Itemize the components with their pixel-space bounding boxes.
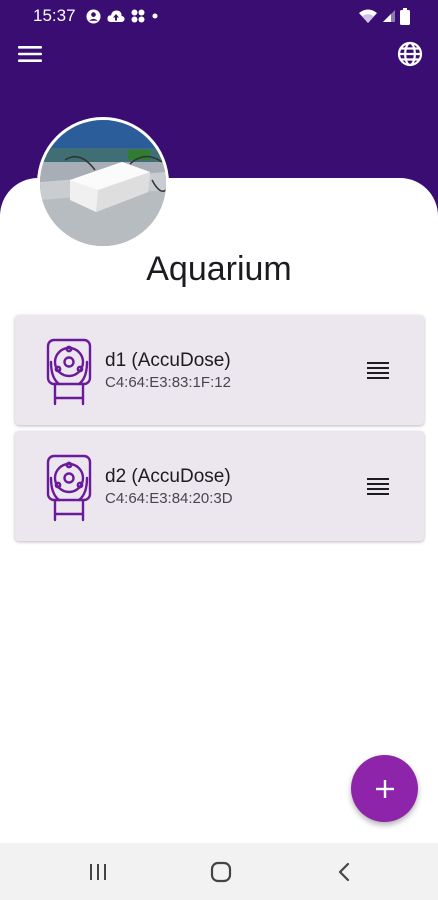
apps-grid-icon [131, 9, 145, 23]
recents-icon [90, 864, 106, 880]
reorder-handle[interactable] [363, 355, 393, 385]
device-name: d1 (AccuDose) [105, 350, 231, 371]
add-device-button[interactable] [351, 755, 418, 822]
system-icons [358, 6, 410, 26]
aquarium-photo-image [40, 120, 166, 246]
device-mac-address: C4:64:E3:83:1F:12 [105, 374, 231, 391]
home-button[interactable] [204, 855, 238, 889]
cellular-signal-icon [383, 10, 395, 22]
aquarium-photo[interactable] [37, 117, 169, 249]
drag-handle-icon [367, 362, 389, 379]
menu-button[interactable] [14, 38, 46, 70]
page-title: Aquarium [146, 250, 292, 288]
app-screen: 15:37 Aquarium d1 (AccuDose) C4:64:E3:83… [0, 0, 438, 900]
peristaltic-pump-icon [46, 454, 92, 522]
notification-icons [86, 7, 159, 25]
device-card[interactable]: d1 (AccuDose) C4:64:E3:83:1F:12 [15, 315, 424, 425]
dot-icon [152, 13, 158, 19]
battery-icon [400, 7, 410, 25]
status-bar: 15:37 [0, 0, 438, 32]
language-button[interactable] [394, 38, 426, 70]
drag-handle-icon [367, 478, 389, 495]
plus-icon [375, 779, 394, 798]
reorder-handle[interactable] [363, 471, 393, 501]
status-time: 15:37 [33, 6, 76, 25]
home-icon [210, 861, 232, 883]
system-navigation-bar [0, 843, 438, 900]
account-circle-icon [86, 8, 101, 24]
device-name: d2 (AccuDose) [105, 466, 231, 487]
wifi-icon [359, 9, 377, 23]
back-button[interactable] [327, 855, 361, 889]
hamburger-menu-icon [18, 46, 42, 62]
recents-button[interactable] [81, 855, 115, 889]
cloud-upload-icon [107, 10, 125, 22]
globe-icon [397, 41, 423, 67]
device-card[interactable]: d2 (AccuDose) C4:64:E3:84:20:3D [15, 431, 424, 541]
device-mac-address: C4:64:E3:84:20:3D [105, 490, 233, 507]
peristaltic-pump-icon [46, 338, 92, 406]
back-icon [338, 862, 350, 882]
